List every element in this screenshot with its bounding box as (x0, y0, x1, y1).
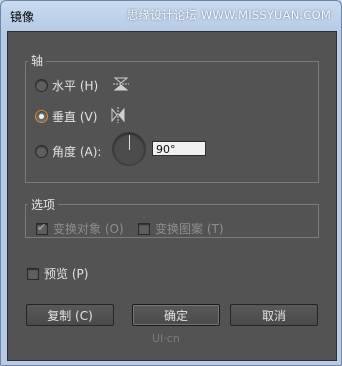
watermark-text: 思缘设计论坛 WWW.MISSYUAN.COM (126, 8, 331, 22)
vertical-radio[interactable] (35, 110, 48, 123)
transform-patterns-option[interactable]: 变换图案 (T) (138, 220, 224, 237)
angle-option[interactable]: 角度 (A): (35, 143, 101, 160)
horizontal-mirror-icon (112, 77, 130, 94)
options-group-title: 选项 (28, 196, 59, 213)
preview-checkbox[interactable] (27, 267, 39, 280)
angle-label: 角度 (A): (52, 145, 102, 159)
axis-group-title: 轴 (28, 52, 47, 69)
title-bar[interactable]: 镜像 思缘设计论坛 WWW.MISSYUAN.COM (1, 1, 341, 31)
transform-objects-label: 变换对象 (O) (53, 222, 124, 236)
horizontal-option[interactable]: 水平 (H) (35, 77, 130, 94)
ok-button[interactable]: 确定 (132, 304, 220, 326)
vertical-mirror-icon (111, 106, 125, 127)
transform-objects-checkbox[interactable] (36, 221, 48, 235)
preview-option[interactable]: 预览 (P) (27, 265, 88, 282)
dialog-title: 镜像 (10, 10, 35, 24)
preview-label: 预览 (P) (44, 267, 89, 281)
vertical-option[interactable]: 垂直 (V) (35, 106, 125, 127)
mirror-dialog: 镜像 思缘设计论坛 WWW.MISSYUAN.COM 轴 水平 (H) 垂直 (… (0, 0, 342, 366)
angle-dial-icon[interactable] (112, 132, 146, 166)
logo-text: UI·cn (152, 332, 180, 345)
copy-button[interactable]: 复制 (C) (26, 304, 114, 326)
vertical-label: 垂直 (V) (52, 110, 98, 124)
transform-objects-option[interactable]: 变换对象 (O) (36, 220, 124, 237)
cancel-button[interactable]: 取消 (230, 304, 318, 326)
angle-input[interactable]: 90° (152, 141, 206, 156)
transform-patterns-label: 变换图案 (T) (155, 222, 224, 236)
angle-radio[interactable] (35, 145, 48, 158)
horizontal-radio[interactable] (35, 79, 48, 92)
horizontal-label: 水平 (H) (52, 79, 99, 93)
transform-patterns-checkbox[interactable] (138, 222, 150, 235)
dialog-content: 轴 水平 (H) 垂直 (V) 角度 (A): 90° 选项 ✔ 变换对象 (O… (7, 31, 337, 361)
ui-cn-logo: UI·cn (152, 332, 180, 345)
